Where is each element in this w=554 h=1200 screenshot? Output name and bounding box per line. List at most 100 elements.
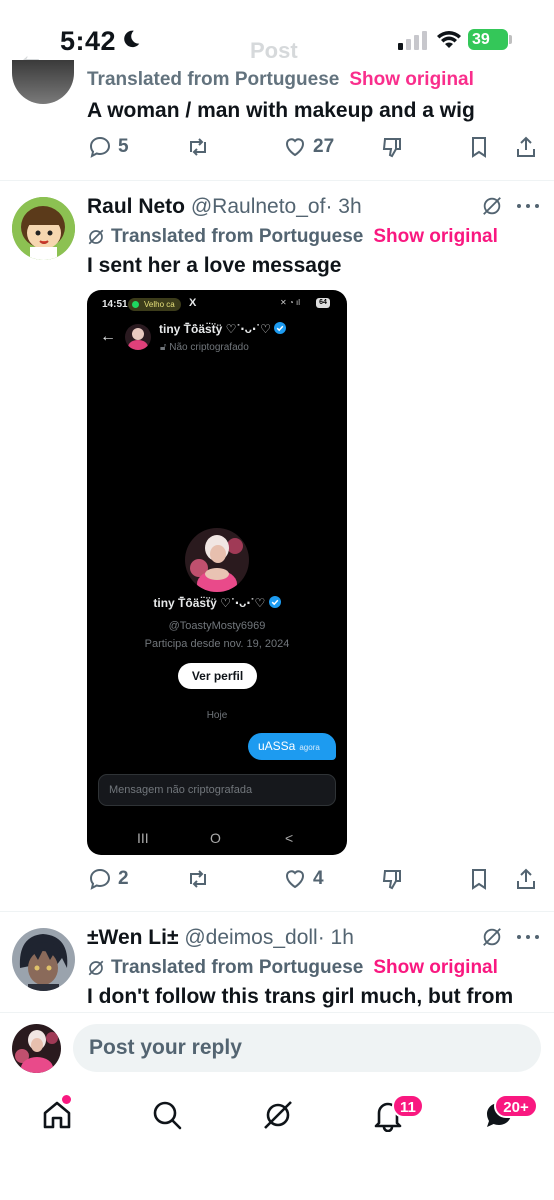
profile-name: tiny Ṫ̈ỏ̈ä̈s̈ẗÿ ♡˙‧ᴗ‧˙♡ (87, 596, 347, 610)
thumbs-down-icon (382, 138, 401, 158)
date-separator: Hoje (206, 710, 228, 721)
reply-count: 5 (118, 136, 129, 157)
dislike-button[interactable] (380, 135, 404, 159)
divider (0, 911, 554, 912)
translate-icon (88, 960, 104, 976)
dm-contact-name: tiny Ṫ̈ỏ̈ä̈s̈ẗÿ ♡˙‧ᴗ‧˙♡ (159, 322, 287, 336)
battery-indicator: 39 (468, 29, 508, 50)
author-name[interactable]: ±Wen Li± (87, 926, 179, 949)
signal-icon (398, 31, 427, 50)
profile-joined-date: Participa desde nov. 19, 2024 (144, 638, 290, 650)
author-handle[interactable]: @Raulneto_of (191, 195, 326, 218)
dm-avatar-small (125, 324, 151, 350)
reply-icon (89, 868, 111, 890)
cartoon-avatar-icon (12, 197, 75, 260)
repost-icon (190, 870, 206, 888)
like-button[interactable]: 27 (283, 135, 334, 159)
share-icon (517, 136, 535, 157)
like-button[interactable]: 4 (283, 867, 324, 891)
avatar[interactable] (12, 60, 74, 104)
nav-back-icon: < (285, 830, 294, 846)
user-avatar-icon (12, 1024, 61, 1073)
translated-label: Translated from Portuguese Show original (87, 226, 498, 248)
message-input: Mensagem não criptografada (98, 774, 336, 806)
translated-label: Translated from Portuguese Show original (87, 70, 474, 90)
grok-icon[interactable] (481, 926, 503, 948)
share-button[interactable] (514, 867, 538, 891)
home-circle-icon: O (210, 830, 221, 846)
messages-badge: 20+ (494, 1094, 538, 1118)
share-button[interactable] (514, 135, 538, 159)
back-arrow-icon: ← (100, 328, 116, 345)
profile-avatar-large (185, 528, 249, 592)
status-bar: ← Post 5:42 39 (0, 0, 554, 80)
avatar[interactable] (12, 197, 75, 260)
message-text: uASSa (258, 739, 296, 753)
reply-count: 2 (118, 868, 129, 889)
search-icon[interactable] (150, 1098, 184, 1132)
post-time: · 1h (317, 926, 354, 949)
notifications-badge: 11 (392, 1094, 424, 1118)
encryption-status: 🔓︎ Não criptografado (160, 342, 249, 353)
dislike-button[interactable] (380, 867, 404, 891)
bookmark-icon (472, 869, 486, 890)
translated-text: Translated from Portuguese (87, 70, 340, 90)
show-original-link[interactable]: Show original (373, 957, 498, 979)
reply-button[interactable]: 2 (88, 867, 129, 891)
status-time: 5:42 (60, 26, 117, 56)
encryption-text: Não criptografado (169, 342, 249, 353)
bookmark-button[interactable] (467, 867, 491, 891)
home-notification-dot (62, 1095, 71, 1104)
reply-button[interactable]: 5 (88, 135, 129, 159)
lock-icon: 🔓︎ (160, 342, 167, 353)
screenshot-status-icons: ✕ ◔ ıl (280, 298, 300, 307)
like-count: 4 (313, 868, 324, 889)
show-original-link[interactable]: Show original (349, 70, 474, 90)
battery-tip (509, 35, 512, 44)
message-time: agora (299, 743, 320, 752)
author-line: ±Wen Li± @deimos_doll· 1h (87, 926, 354, 950)
bookmark-icon (472, 137, 486, 158)
reply-icon (89, 136, 111, 158)
x-logo-icon: X (189, 297, 197, 309)
repost-button[interactable] (186, 867, 210, 891)
avatar[interactable] (12, 928, 75, 991)
translate-icon (88, 229, 104, 245)
wifi-icon (437, 31, 461, 48)
share-icon (517, 868, 535, 889)
author-name[interactable]: Raul Neto (87, 195, 185, 218)
message-bubble: uASSa agora (248, 733, 336, 760)
more-icon[interactable] (516, 203, 540, 209)
screenshot-battery: 64 (316, 298, 330, 308)
author-handle[interactable]: @deimos_doll (184, 926, 317, 949)
repost-icon (190, 138, 206, 156)
dm-contact-name-text: tiny Ṫ̈ỏ̈ä̈s̈ẗÿ ♡˙‧ᴗ‧˙♡ (159, 322, 271, 336)
my-avatar[interactable] (12, 1024, 61, 1073)
tweet-text: I don't follow this trans girl much, but… (87, 985, 514, 1008)
view-profile-button: Ver perfil (178, 663, 257, 689)
show-original-link[interactable]: Show original (373, 226, 498, 248)
spotify-pill: Velho ca (128, 298, 181, 311)
reply-input[interactable]: Post your reply (73, 1024, 541, 1072)
thumbs-down-icon (382, 870, 401, 890)
anime-avatar-icon (12, 928, 75, 991)
more-icon[interactable] (516, 934, 540, 940)
divider (0, 180, 554, 181)
bookmark-button[interactable] (467, 135, 491, 159)
grok-icon[interactable] (261, 1098, 295, 1132)
profile-handle: @ToastyMosty6969 (168, 620, 266, 632)
profile-name-text: tiny Ṫ̈ỏ̈ä̈s̈ẗÿ ♡˙‧ᴗ‧˙♡ (153, 596, 266, 610)
author-line: Raul Neto @Raulneto_of· 3h (87, 195, 362, 219)
post-time: · 3h (325, 195, 362, 218)
repost-button[interactable] (186, 135, 210, 159)
translated-label: Translated from Portuguese Show original (87, 957, 498, 979)
grok-icon[interactable] (481, 195, 503, 217)
translated-text: Translated from Portuguese (111, 226, 364, 247)
heart-icon (286, 870, 304, 889)
attached-screenshot[interactable]: 14:51 Velho ca X ✕ ◔ ıl 64 ← tiny Ṫ̈ỏ̈ä̈… (87, 290, 347, 855)
heart-icon (286, 138, 304, 157)
verified-icon (268, 596, 281, 608)
like-count: 27 (313, 136, 335, 157)
translated-text: Translated from Portuguese (111, 957, 364, 978)
header-title: Post (250, 38, 298, 63)
